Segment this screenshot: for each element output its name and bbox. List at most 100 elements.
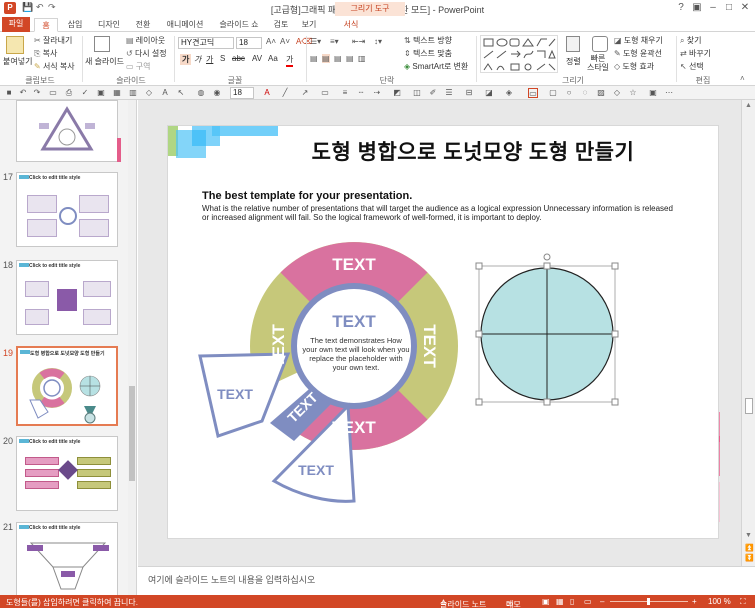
minimize-icon[interactable]: – [706, 2, 720, 14]
reading-view-icon[interactable]: ▯ [570, 597, 574, 606]
smartart-button[interactable]: ◈ SmartArt로 변환 [404, 61, 468, 72]
shape-outline-button[interactable]: ✎ 도형 윤곽선 [614, 48, 662, 59]
cube-icon[interactable]: ▨ [596, 88, 606, 98]
help-button[interactable]: ? [674, 2, 688, 14]
copy-button[interactable]: ⎘ 복사 [34, 48, 57, 59]
align-text-button[interactable]: ⇕ 텍스트 맞춤 [404, 48, 452, 59]
slide-thumbnail-21[interactable]: Click to edit title style [16, 522, 118, 595]
zoom-slider-thumb[interactable] [647, 598, 650, 605]
shape-effects-button[interactable]: ◇ 도형 효과 [614, 61, 654, 72]
strikethrough-button[interactable]: abc [232, 54, 245, 63]
font-name-select[interactable]: HY견고딕 [178, 37, 234, 49]
collapse-ribbon-icon[interactable]: ˄ [740, 74, 745, 83]
paste-button[interactable]: 붙여넣기 [3, 56, 32, 67]
text-box-icon[interactable]: A [160, 88, 170, 98]
star-icon[interactable]: ☆ [628, 88, 638, 98]
spell-icon[interactable]: ✓ [80, 88, 90, 98]
align-left-icon[interactable]: ▤ [310, 54, 318, 63]
rectangle-tool-icon[interactable]: ▭ [528, 88, 538, 98]
zoom-slider[interactable] [610, 598, 688, 605]
tab-design[interactable]: 디자인 [92, 18, 126, 32]
table-icon[interactable]: ▦ [112, 88, 122, 98]
slide-thumbnail-18[interactable]: Click to edit title style [16, 260, 118, 335]
notes-placeholder[interactable]: 여기에 슬라이드 노트의 내용을 입력하십시오 [148, 573, 315, 586]
slide-body-text[interactable]: What is the relative number of presentat… [202, 204, 682, 222]
align-right-icon[interactable]: ▤ [334, 54, 342, 63]
next-slide-icon[interactable]: ⏬ [745, 554, 754, 562]
line-icon[interactable]: ╱ [280, 88, 290, 98]
reset-button[interactable]: ↺ 다시 설정 [126, 48, 167, 59]
underline-button[interactable]: 가 [206, 54, 213, 65]
slide-thumbnail-19-selected[interactable]: 도형 병합으로 도넛모양 도형 만들기 [16, 346, 118, 426]
slideshow-icon[interactable]: ▭ [48, 88, 58, 98]
rectangle-icon[interactable]: ▭ [320, 88, 330, 98]
bold-button[interactable]: 가 [180, 54, 192, 65]
justify-icon[interactable]: ▤ [346, 54, 354, 63]
notes-pane[interactable]: 여기에 슬라이드 노트의 내용을 입력하십시오 [138, 566, 755, 595]
new-slide-icon[interactable] [94, 36, 110, 52]
font-color-button[interactable]: 가 [286, 54, 294, 67]
cursor-icon[interactable]: ↖ [176, 88, 186, 98]
numbering-icon[interactable]: ≡▾ [330, 37, 339, 46]
scroll-down-icon[interactable]: ▼ [745, 532, 752, 539]
align-icon[interactable]: ⊟ [464, 88, 474, 98]
tab-view[interactable]: 보기 [296, 18, 322, 32]
shape-fill-button[interactable]: ◪ 도형 채우기 [614, 35, 663, 46]
quick-styles-icon[interactable] [592, 36, 608, 52]
font-color-icon[interactable]: A [262, 88, 272, 98]
oval-icon[interactable]: ○ [564, 88, 574, 98]
slide-subtitle[interactable]: The best template for your presentation. [202, 190, 412, 202]
print-icon[interactable]: ⎙ [64, 88, 74, 98]
tab-format[interactable]: 서식 [338, 18, 364, 32]
thumbnail-scrollbar[interactable] [128, 100, 136, 595]
slide-thumbnail-16[interactable] [16, 100, 118, 162]
italic-button[interactable]: 가 [194, 54, 201, 65]
rounded-rect-icon[interactable]: ▢ [548, 88, 558, 98]
maximize-icon[interactable]: □ [722, 2, 736, 14]
picture-icon[interactable]: ▣ [96, 88, 106, 98]
donut-diagram[interactable]: TEXT TEXT TEXT TEXT TEXT TEXT TEXT TEXT [198, 241, 470, 511]
section-button[interactable]: ▭ 구역 [126, 61, 151, 72]
shapes-gallery[interactable] [480, 35, 558, 73]
select-button[interactable]: ↖ 선택 [680, 61, 704, 72]
normal-view-icon[interactable]: ▣ [542, 597, 550, 606]
flowchart-icon[interactable]: ◇ [612, 88, 622, 98]
eyedropper-icon[interactable]: ✐ [428, 88, 438, 98]
tab-animations[interactable]: 애니메이션 [160, 18, 210, 32]
line-spacing-icon[interactable]: ↕▾ [374, 37, 382, 46]
align-center-icon[interactable]: ▤ [322, 54, 330, 63]
callout-icon[interactable]: ◌ [580, 88, 590, 98]
font-size-select[interactable]: 18 [236, 37, 262, 49]
fit-to-window-icon[interactable]: ⛶ [740, 597, 746, 607]
slide-sorter-icon[interactable]: ▦ [556, 597, 564, 606]
shrink-font-icon[interactable]: A˅ [280, 37, 290, 46]
arrange-button[interactable]: 정렬 [566, 56, 581, 67]
char-spacing-button[interactable]: AV [252, 54, 262, 63]
close-icon[interactable]: ✕ [738, 2, 752, 14]
3d-icon[interactable]: ◫ [412, 88, 422, 98]
arrow-icon[interactable]: ↗ [300, 88, 310, 98]
shape-icon[interactable]: ◇ [144, 88, 154, 98]
scroll-thumb[interactable] [745, 398, 753, 414]
dash-icon[interactable]: ┄ [356, 88, 366, 98]
quick-font-size-select[interactable]: 18 [230, 87, 254, 99]
arrange-icon[interactable] [566, 36, 580, 52]
replace-button[interactable]: ⇄ 바꾸기 [680, 48, 711, 59]
selected-circle-shape[interactable] [473, 252, 623, 412]
zoom-out-icon[interactable]: – [600, 597, 604, 606]
tab-slideshow[interactable]: 슬라이드 쇼 [214, 18, 264, 32]
columns-icon[interactable]: ▥ [358, 54, 366, 63]
indent-icon[interactable]: ⇤⇥ [352, 37, 365, 46]
new-slide-button[interactable]: 새 슬라이드 [85, 56, 124, 67]
change-case-button[interactable]: Aa [268, 54, 278, 63]
shadow-button[interactable]: S [220, 54, 225, 63]
bullets-icon[interactable]: ☰▾ [310, 37, 321, 46]
save-icon[interactable]: ■ [4, 88, 14, 98]
tab-file[interactable]: 파일 [2, 17, 30, 32]
picture-insert-icon[interactable]: ▣ [648, 88, 658, 98]
format-painter-button[interactable]: ✎ 서식 복사 [34, 61, 75, 72]
quick-styles-button[interactable]: 빠른 스타일 [586, 54, 610, 72]
paste-icon[interactable] [6, 36, 24, 54]
previous-slide-icon[interactable]: ⏫ [745, 544, 754, 552]
zoom-in-icon[interactable]: + [692, 597, 697, 606]
